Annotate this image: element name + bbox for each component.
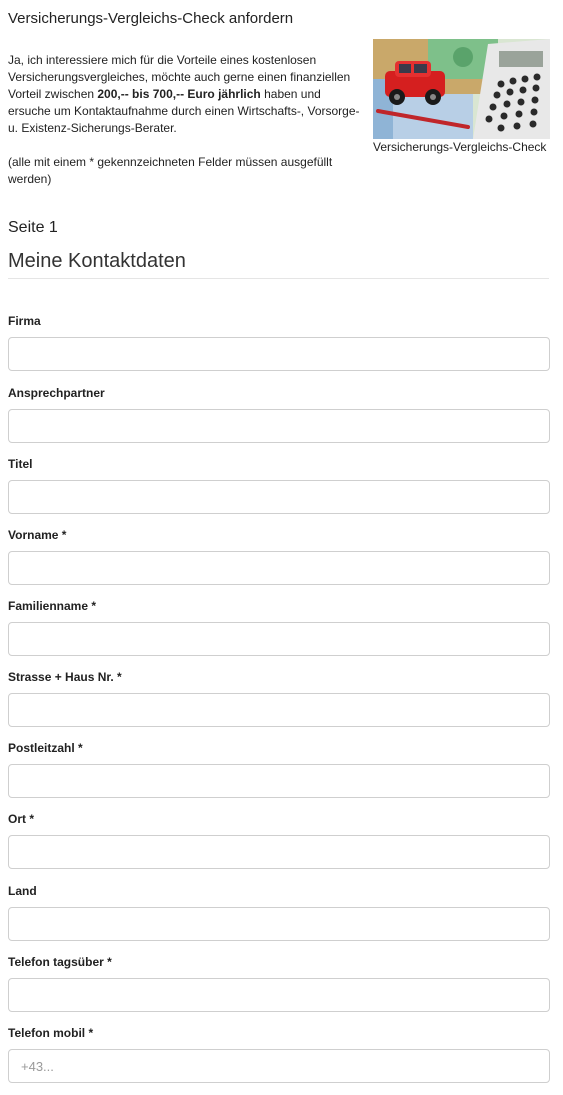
- section-heading: Meine Kontaktdaten: [8, 250, 186, 272]
- familienname-input[interactable]: [8, 622, 550, 656]
- telefon-tagsueber-input[interactable]: [8, 978, 550, 1012]
- intro-paragraph: Ja, ich interessiere mich für die Vortei…: [8, 52, 366, 137]
- field-label: Postleitzahl *: [8, 741, 83, 755]
- ansprechpartner-input[interactable]: [8, 409, 550, 443]
- field-label: Strasse + Haus Nr. *: [8, 670, 122, 684]
- field-label: Telefon tagsüber *: [8, 955, 112, 969]
- field-label: Firma: [8, 314, 41, 328]
- field-label: Ort *: [8, 812, 35, 826]
- field-ort: Ort *: [8, 811, 550, 869]
- header-figure: Versicherungs-Vergleichs-Check: [373, 39, 550, 156]
- field-titel: Titel: [8, 456, 550, 514]
- page: Versicherungs-Vergleichs-Check anfordern…: [0, 0, 563, 1095]
- field-label: Titel: [8, 457, 33, 471]
- field-label: Familienname *: [8, 599, 97, 613]
- vorname-input[interactable]: [8, 551, 550, 585]
- strasse-input[interactable]: [8, 693, 550, 727]
- field-land: Land: [8, 883, 550, 941]
- intro-text: Ja, ich interessiere mich für die Vortei…: [8, 52, 366, 188]
- field-label: Land: [8, 884, 37, 898]
- page-indicator: Seite 1: [8, 219, 58, 236]
- section-divider: [8, 278, 549, 279]
- page-title: Versicherungs-Vergleichs-Check anfordern: [8, 10, 294, 27]
- land-input[interactable]: [8, 907, 550, 941]
- titel-input[interactable]: [8, 480, 550, 514]
- field-strasse: Strasse + Haus Nr. *: [8, 669, 550, 727]
- insurance-photo: [373, 39, 550, 139]
- image-caption: Versicherungs-Vergleichs-Check: [373, 140, 547, 154]
- field-postleitzahl: Postleitzahl *: [8, 740, 550, 798]
- ort-input[interactable]: [8, 835, 550, 869]
- field-telefon-mobil: Telefon mobil *: [8, 1025, 550, 1083]
- telefon-mobil-input[interactable]: [8, 1049, 550, 1083]
- field-ansprechpartner: Ansprechpartner: [8, 385, 550, 443]
- required-note: (alle mit einem * gekennzeichneten Felde…: [8, 155, 333, 186]
- field-vorname: Vorname *: [8, 527, 550, 585]
- postleitzahl-input[interactable]: [8, 764, 550, 798]
- field-label: Telefon mobil *: [8, 1026, 94, 1040]
- field-telefon-tagsueber: Telefon tagsüber *: [8, 954, 550, 1012]
- intro-text-highlight: 200,-- bis 700,-- Euro jährlich: [97, 87, 261, 101]
- field-label: Vorname *: [8, 528, 67, 542]
- firma-input[interactable]: [8, 337, 550, 371]
- field-familienname: Familienname *: [8, 598, 550, 656]
- field-label: Ansprechpartner: [8, 386, 105, 400]
- field-firma: Firma: [8, 313, 550, 371]
